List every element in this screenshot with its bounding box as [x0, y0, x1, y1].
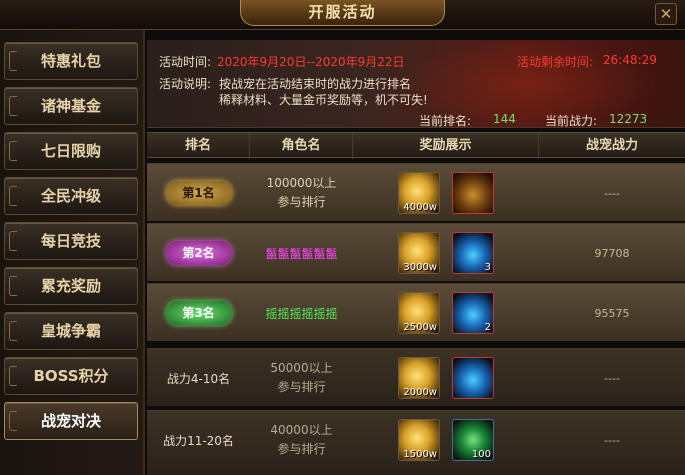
current-rank-value: 144 [493, 112, 516, 126]
sidebar-item-recharge-reward[interactable]: 累充奖励 [4, 267, 138, 305]
sidebar-item-daily-arena[interactable]: 每日竞技 [4, 222, 138, 260]
sidebar-item-level-rush[interactable]: 全民冲级 [4, 177, 138, 215]
requirement-note: 参与排行 [277, 442, 326, 456]
rank-badge: 第1名 [165, 181, 232, 205]
pet-power-value: ---- [604, 186, 620, 200]
table-row: 第3名 摇摇摇摇摇摇 2500w 2 95575 [147, 283, 685, 341]
header-pet-power: 战宠战力 [585, 138, 638, 153]
sidebar-item-label: 战宠对决 [40, 412, 101, 430]
tab-deco-icon [9, 96, 17, 116]
green-orb-icon[interactable]: 100 [452, 419, 494, 461]
sidebar-item-gods-fund[interactable]: 诸神基金 [4, 87, 138, 125]
gold-coins-icon[interactable]: 2500w [398, 292, 440, 334]
sidebar-item-label: 七日限购 [40, 142, 101, 160]
sidebar-item-label: 皇城争霸 [40, 322, 101, 340]
pet-power-value: ---- [604, 433, 620, 447]
table-row: 第2名 鬣鬣鬣鬣鬣鬣 3000w 3 97708 [147, 223, 685, 281]
sidebar-item-seven-day-limit[interactable]: 七日限购 [4, 132, 138, 170]
item-quantity: 2500w [403, 322, 437, 333]
item-quantity: 2000w [403, 387, 437, 398]
sidebar: 特惠礼包 诸神基金 七日限购 全民冲级 每日竞技 累充奖励 皇城争霸 BOSS积… [0, 30, 145, 475]
activity-banner: 活动时间: 2020年9月20日--2020年9月22日 活动剩余时间: 26:… [147, 40, 685, 128]
tab-deco-icon [9, 231, 17, 251]
time-label: 活动时间: [159, 55, 212, 69]
item-quantity: 4000w [403, 202, 437, 213]
tab-deco-icon [9, 141, 17, 161]
pet-power-value: ---- [604, 371, 620, 385]
sidebar-item-special-pack[interactable]: 特惠礼包 [4, 42, 138, 80]
current-rank-label: 当前排名: [419, 114, 472, 128]
requirement-power: 50000以上 [270, 361, 333, 375]
desc-label: 活动说明: [159, 77, 212, 91]
blue-potion-icon[interactable]: 2 [452, 292, 494, 334]
header-reward: 奖励展示 [353, 133, 539, 159]
table-row: 战力4-10名 50000以上 参与排行 2000w ---- [147, 348, 685, 406]
table-row: 第1名 100000以上 参与排行 4000w ---- [147, 163, 685, 221]
header-role-name: 角色名 [250, 133, 353, 159]
remaining-label: 活动剩余时间: [517, 55, 594, 69]
role-name: 鬣鬣鬣鬣鬣鬣 [265, 246, 338, 261]
sidebar-item-label: BOSS积分 [33, 367, 109, 385]
tab-deco-icon [9, 366, 17, 386]
current-power-value: 12273 [609, 112, 648, 126]
window-title: 开服活动 [240, 0, 445, 26]
sidebar-item-city-war[interactable]: 皇城争霸 [4, 312, 138, 350]
sidebar-item-label: 累充奖励 [40, 277, 101, 295]
time-value: 2020年9月20日--2020年9月22日 [217, 55, 405, 69]
tab-deco-icon [9, 51, 17, 71]
current-power-label: 当前战力: [545, 114, 598, 128]
item-quantity: 3 [484, 262, 491, 273]
tab-deco-icon [9, 321, 17, 341]
tab-deco-icon [9, 276, 17, 296]
blue-potion-icon[interactable]: 3 [452, 232, 494, 274]
header-rank: 排名 [147, 133, 250, 159]
pet-power-value: 97708 [594, 246, 630, 260]
sidebar-item-label: 全民冲级 [40, 187, 101, 205]
gold-coins-icon[interactable]: 1500w [398, 419, 440, 461]
sidebar-item-label: 每日竞技 [40, 232, 101, 250]
rank-badge: 第3名 [165, 301, 232, 325]
item-quantity: 100 [471, 449, 491, 460]
role-name: 摇摇摇摇摇摇 [265, 306, 338, 321]
gold-coins-icon[interactable]: 3000w [398, 232, 440, 274]
table-row: 战力11-20名 40000以上 参与排行 1500w 100 ---- [147, 410, 685, 475]
title-bar: 开服活动 ✕ [0, 0, 685, 30]
item-quantity: 2 [484, 322, 491, 333]
tab-deco-icon [9, 411, 17, 431]
requirement-note: 参与排行 [277, 195, 326, 209]
sidebar-item-pet-duel[interactable]: 战宠对决 [4, 402, 138, 440]
desc-line-2: 稀释材料、大量金币奖励等，机不可失! [219, 93, 428, 107]
requirement-power: 40000以上 [270, 423, 333, 437]
treasure-chest-icon[interactable] [452, 172, 494, 214]
requirement-power: 100000以上 [266, 176, 337, 190]
ranking-table-header: 排名 角色名 奖励展示 战宠战力 [147, 132, 685, 159]
rank-badge: 第2名 [165, 241, 232, 265]
sidebar-item-boss-points[interactable]: BOSS积分 [4, 357, 138, 395]
gold-coins-icon[interactable]: 2000w [398, 357, 440, 399]
desc-line-1: 按战宠在活动结束时的战力进行排名 [219, 77, 412, 91]
sidebar-item-label: 诸神基金 [40, 97, 101, 115]
rank-range: 战力4-10名 [166, 371, 231, 386]
pet-power-value: 95575 [594, 306, 630, 320]
item-quantity: 3000w [403, 262, 437, 273]
blue-potion-icon[interactable] [452, 357, 494, 399]
requirement-note: 参与排行 [277, 380, 326, 394]
rank-range: 战力11-20名 [163, 433, 234, 448]
remaining-value: 26:48:29 [603, 53, 657, 67]
gold-coins-icon[interactable]: 4000w [398, 172, 440, 214]
sidebar-item-label: 特惠礼包 [40, 52, 101, 70]
item-quantity: 1500w [403, 449, 437, 460]
close-icon[interactable]: ✕ [655, 3, 677, 25]
tab-deco-icon [9, 186, 17, 206]
